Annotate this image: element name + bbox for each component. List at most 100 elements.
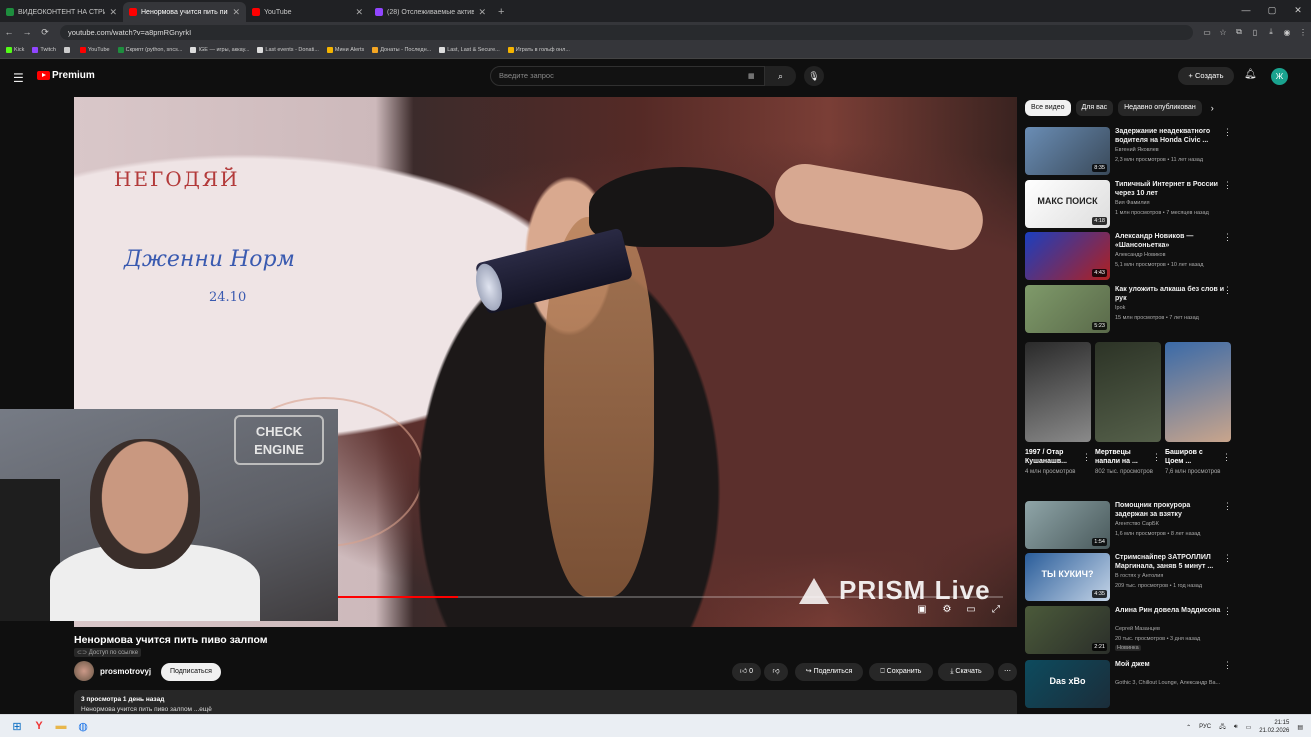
browser-menu-icon[interactable]: ⋮ (1295, 28, 1311, 37)
miniplayer-icon[interactable]: ▣ (914, 604, 930, 615)
language-indicator[interactable]: РУС (1199, 724, 1211, 730)
short-thumbnail[interactable] (1165, 342, 1231, 442)
dislike-button[interactable]: 👎︎ (764, 663, 788, 681)
close-tab-icon[interactable]: ✕ (232, 7, 240, 18)
short-thumbnail[interactable] (1025, 342, 1091, 442)
browser-tab[interactable]: ВИДЕОКОНТЕНТ НА СТРИМ N✕ (0, 2, 123, 22)
reload-icon[interactable]: ⟳ (36, 27, 54, 38)
bookmark-item[interactable]: Играть в гольф онл... (507, 47, 570, 53)
recommended-channel[interactable]: Агентство СарБК (1115, 521, 1159, 527)
notifications-bell-icon[interactable]: 🔔︎ (1244, 69, 1257, 80)
recommended-video[interactable]: 2:21 Алина Рин довела Мэддисона Сергей Маз… (1025, 606, 1295, 654)
subscribe-button[interactable]: Подписаться (161, 663, 221, 681)
bookmark-item[interactable]: Скрипт (python, sncs... (117, 47, 182, 53)
more-vertical-icon[interactable]: ⋮ (1223, 232, 1232, 243)
recommended-video[interactable]: 1:54 Помощник прокурора задержан за взятк… (1025, 501, 1295, 549)
chevron-right-icon[interactable]: › (1211, 103, 1214, 113)
bookmark-item[interactable]: Last, Last & Secure... (439, 47, 500, 53)
recommended-video[interactable]: МАКС ПОИСК 4:18 Типичный Интернет в России… (1025, 180, 1295, 228)
bookmark-item[interactable]: IGE — игры, аккау... (190, 47, 249, 53)
more-vertical-icon[interactable]: ⋮ (1223, 180, 1232, 191)
channel-avatar[interactable] (74, 661, 94, 681)
create-button[interactable]: + Создать (1178, 67, 1234, 85)
chrome-icon[interactable]: ◍ (72, 720, 94, 733)
new-tab-button[interactable]: + (492, 2, 510, 22)
search-input[interactable]: Введите запрос (490, 66, 765, 86)
voice-search-button[interactable]: 🎙︎ (804, 66, 824, 86)
more-vertical-icon[interactable]: ⋮ (1082, 452, 1091, 463)
video-thumbnail[interactable]: ТЫ КУКИЧ? 4:35 (1025, 553, 1110, 601)
forward-icon[interactable]: → (18, 27, 36, 37)
recommended-video[interactable]: 4:43 Александр Новиков — «Шансоньетка» Але… (1025, 232, 1295, 280)
video-thumbnail[interactable]: 4:43 (1025, 232, 1110, 280)
recommended-channel[interactable]: Сергей Мазанцев (1115, 626, 1160, 632)
cast-icon[interactable]: ▭ (1199, 28, 1215, 37)
minimize-icon[interactable]: — (1233, 0, 1259, 22)
video-thumbnail[interactable]: 1:54 (1025, 501, 1110, 549)
recommended-channel[interactable]: Евгений Яковлев (1115, 147, 1159, 153)
browser-tab[interactable]: (28) Отслеживаемые активн ✕ (369, 2, 492, 22)
bookmark-item[interactable] (63, 47, 72, 53)
file-explorer-icon[interactable]: ▬ (50, 720, 72, 732)
sidebar-icon[interactable]: ▯ (1247, 28, 1263, 37)
recommended-video[interactable]: Das xBo Мой джем Gothic 3, Chillout Lounge… (1025, 660, 1295, 708)
browser-tab[interactable]: Ненормова учится пить пиво ✕ (123, 2, 246, 22)
battery-icon[interactable]: ▭ (1246, 724, 1252, 731)
filter-chip[interactable]: Все видео (1025, 100, 1071, 116)
short-card[interactable]: 1997 / Отар Кушанашв... 4 млн просмотров ⋮ (1025, 342, 1091, 476)
bookmark-item[interactable]: YouTube (79, 47, 110, 53)
short-thumbnail[interactable] (1095, 342, 1161, 442)
channel-name[interactable]: prosmotrovyj (100, 667, 151, 676)
account-avatar[interactable]: Ж (1271, 68, 1288, 85)
recommended-channel[interactable]: Александр Новиков (1115, 252, 1166, 258)
filter-chip[interactable]: Для вас (1075, 100, 1114, 116)
bookmark-star-icon[interactable]: ☆ (1215, 28, 1231, 37)
close-tab-icon[interactable]: ✕ (478, 7, 486, 18)
more-vertical-icon[interactable]: ⋮ (1152, 452, 1161, 463)
notification-center-icon[interactable]: ▤ (1297, 724, 1303, 731)
more-vertical-icon[interactable]: ⋮ (1223, 285, 1232, 296)
recommended-video[interactable]: ТЫ КУКИЧ? 4:35 Стримснайпер ЗАТРОЛЛИЛ Марг… (1025, 553, 1295, 601)
bookmark-item[interactable]: Kick (6, 47, 24, 53)
more-vertical-icon[interactable]: ⋮ (1223, 660, 1232, 671)
network-icon[interactable]: 🖧︎ (1219, 722, 1226, 732)
video-progress-bar[interactable] (338, 596, 1003, 598)
filter-chip[interactable]: Недавно опубликован (1118, 100, 1202, 116)
video-thumbnail[interactable]: МАКС ПОИСК 4:18 (1025, 180, 1110, 228)
recommended-video[interactable]: 8:35 Задержание неадекватного водителя на… (1025, 127, 1295, 175)
downloads-icon[interactable]: ⤓ (1263, 27, 1279, 37)
recommended-video[interactable]: 5:23 Как уложить алкаша без слов и рук Ipo… (1025, 285, 1295, 333)
short-card[interactable]: Мертвецы напали на ... 802 тыс. просмотро… (1095, 342, 1161, 476)
maximize-icon[interactable]: ▢ (1259, 0, 1285, 22)
close-tab-icon[interactable]: ✕ (355, 7, 363, 18)
close-tab-icon[interactable]: ✕ (109, 7, 117, 18)
tray-overflow-icon[interactable]: ⌃ (1186, 724, 1191, 731)
browser-tab[interactable]: YouTube ✕ (246, 2, 369, 22)
back-icon[interactable]: ← (0, 27, 18, 37)
keyboard-icon[interactable]: ▦ (748, 72, 755, 80)
video-thumbnail[interactable]: 2:21 (1025, 606, 1110, 654)
recommended-channel[interactable]: В гостях у Антолия (1115, 573, 1163, 579)
search-button[interactable]: ⌕ (765, 66, 796, 86)
more-vertical-icon[interactable]: ⋮ (1223, 553, 1232, 564)
short-card[interactable]: Баширов с Цоем ... 7,6 млн просмотров ⋮ (1165, 342, 1231, 476)
save-button[interactable]: ⎕ Сохранить (869, 663, 933, 681)
more-vertical-icon[interactable]: ⋮ (1222, 452, 1231, 463)
more-vertical-icon[interactable]: ⋮ (1223, 127, 1232, 138)
extensions-icon[interactable]: ⧉ (1231, 27, 1247, 37)
more-vertical-icon[interactable]: ⋮ (1223, 501, 1232, 512)
video-thumbnail[interactable]: 8:35 (1025, 127, 1110, 175)
youtube-logo[interactable]: Premium (37, 70, 95, 81)
clock[interactable]: 21:15 21.02.2026 (1259, 719, 1289, 735)
share-button[interactable]: ↪ Поделиться (795, 663, 863, 681)
recommended-channel[interactable]: Ipok (1115, 305, 1125, 311)
volume-icon[interactable]: 🔊︎ (1234, 724, 1238, 731)
settings-gear-icon[interactable]: ⚙ (939, 604, 955, 615)
like-button[interactable]: 👍︎ 0 (732, 663, 761, 681)
more-vertical-icon[interactable]: ⋮ (1223, 606, 1232, 617)
profile-icon[interactable]: ◉ (1279, 28, 1295, 37)
video-thumbnail[interactable]: 5:23 (1025, 285, 1110, 333)
fullscreen-icon[interactable]: ⤢ (988, 604, 1004, 615)
bookmark-item[interactable]: Мини Alerts (326, 47, 364, 53)
recommended-channel[interactable]: Вия Фамилия (1115, 200, 1150, 206)
